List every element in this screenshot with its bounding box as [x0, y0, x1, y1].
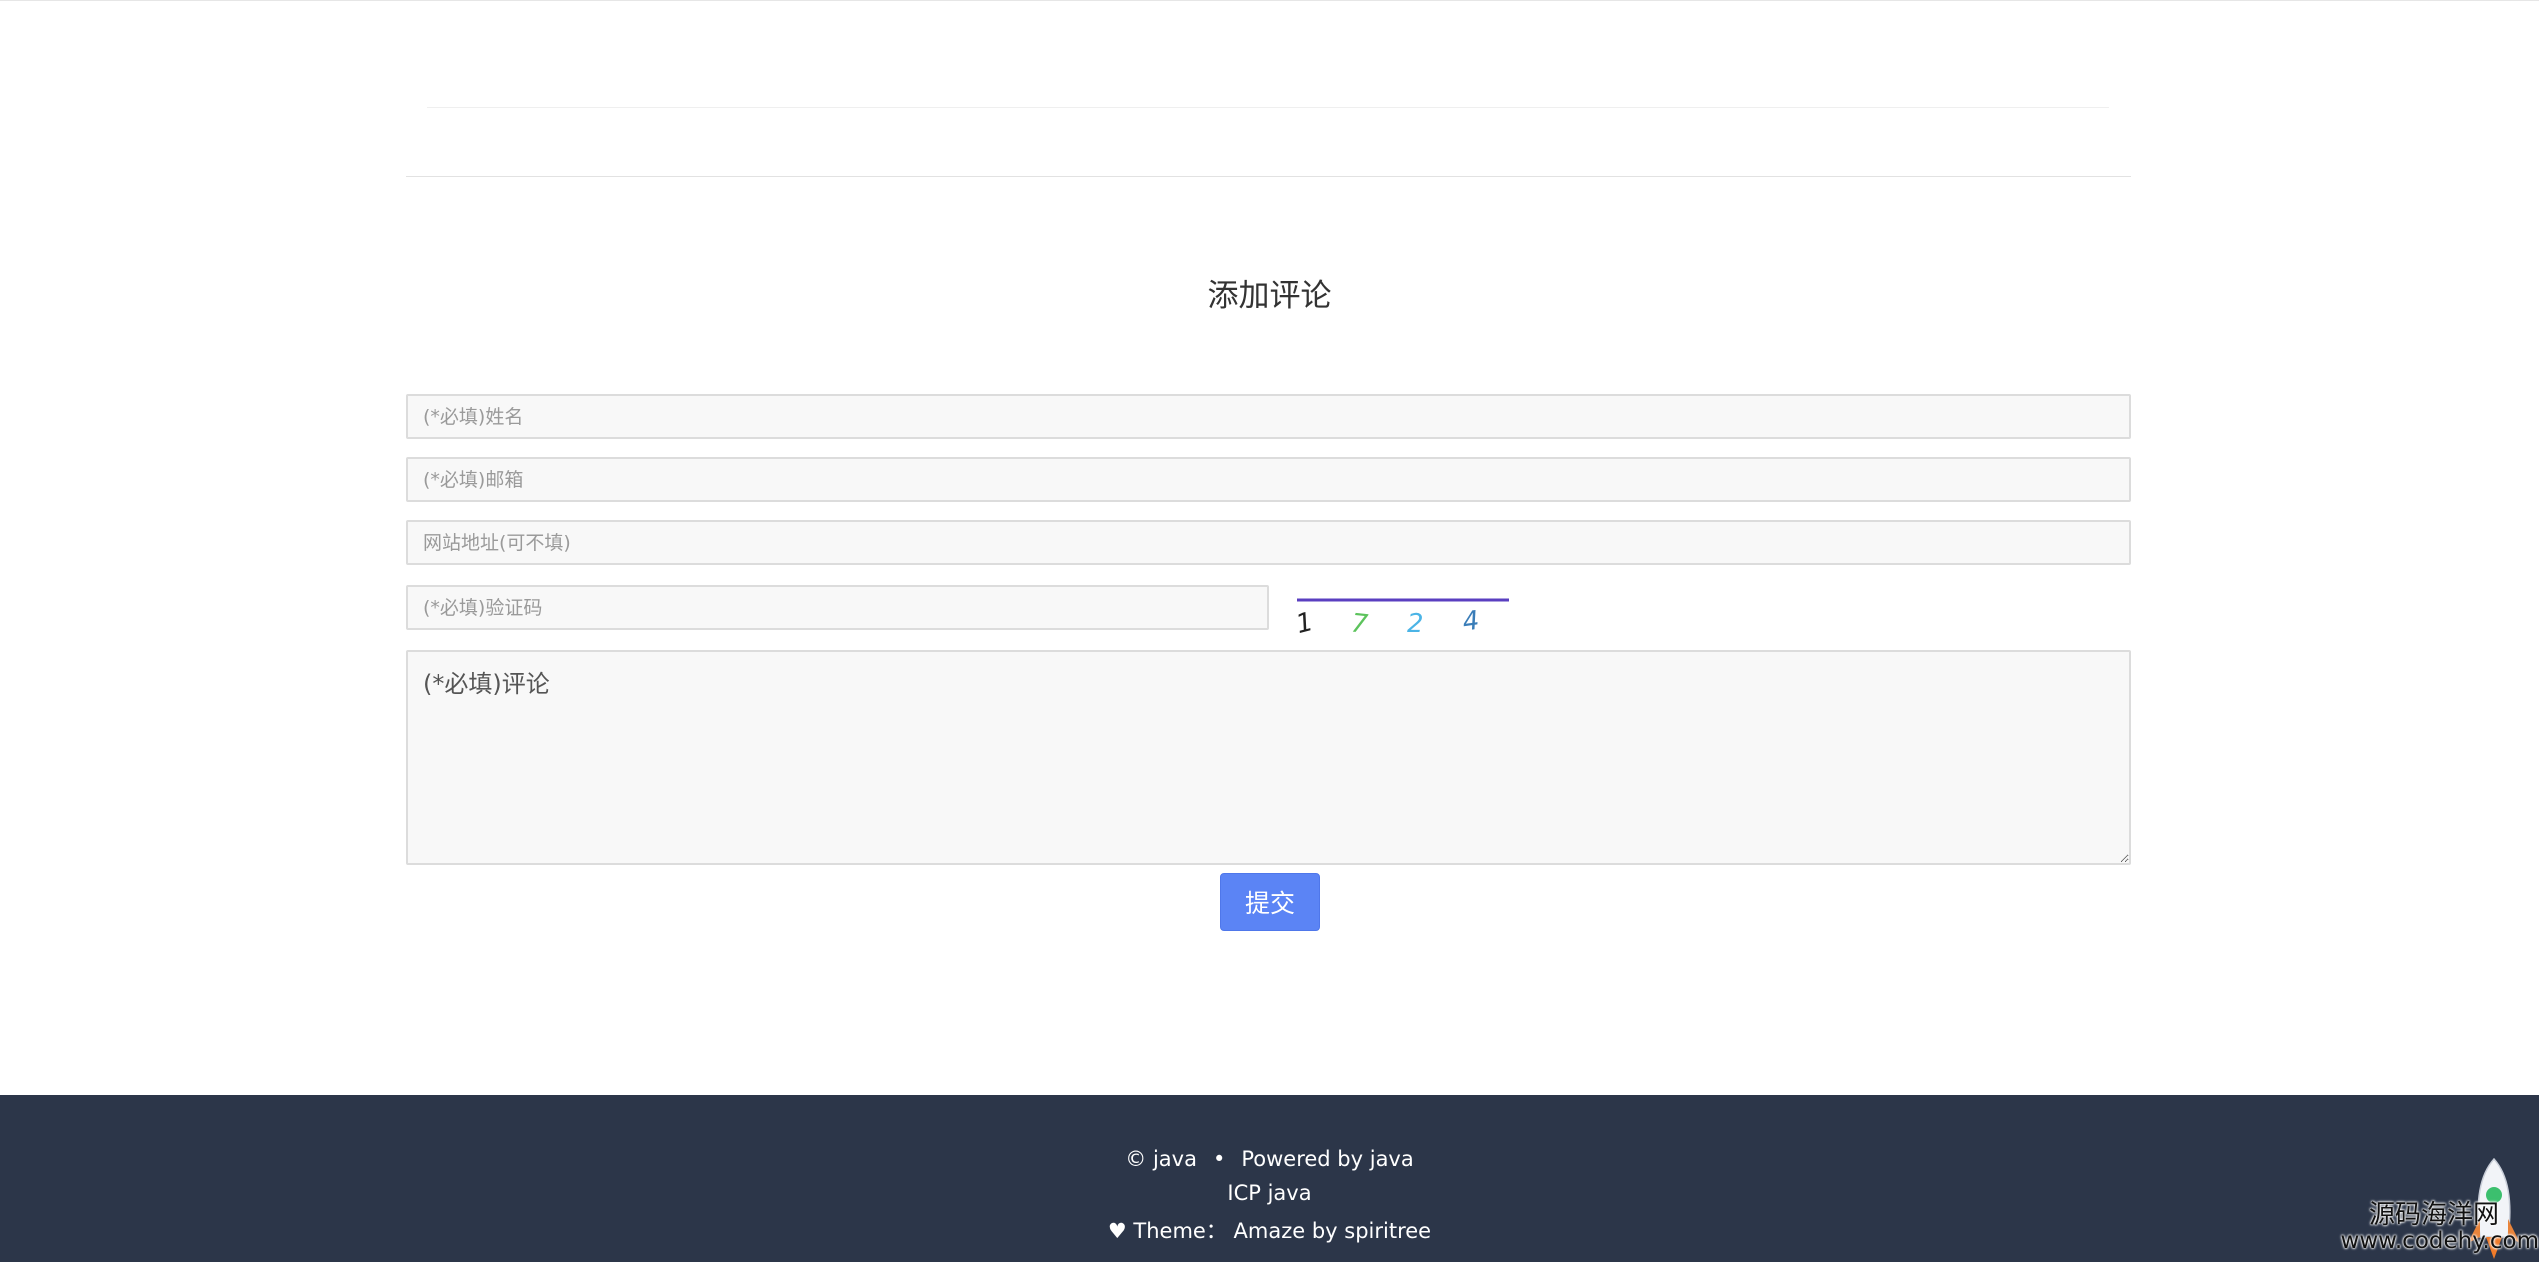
watermark-url: www.codehy.com [2340, 1228, 2539, 1255]
captcha-image[interactable]: 1 7 2 4 [1293, 596, 1513, 638]
page: 添加评论 1 7 2 4 提交 © java • Powered by java I… [0, 0, 2539, 1262]
theme-link[interactable]: Amaze by spiritree [1234, 1219, 1432, 1243]
divider [406, 176, 2131, 177]
heart-icon: ♥ [1107, 1219, 1127, 1243]
bullet-separator: • [1212, 1147, 1226, 1171]
divider [427, 107, 2109, 108]
icp-link[interactable]: ICP java [1227, 1181, 1311, 1205]
captcha-char-2: 2 [1407, 609, 1424, 638]
website-input[interactable] [406, 520, 2131, 565]
submit-button[interactable]: 提交 [1220, 873, 1320, 931]
comment-section-title: 添加评论 [1207, 278, 1332, 314]
name-input[interactable] [406, 394, 2131, 439]
watermark-title: 源码海洋网 [2368, 1200, 2499, 1230]
copyright-text: © java [1125, 1147, 1197, 1171]
footer-theme-line: ♥ Theme： Amaze by spiritree [0, 1215, 2539, 1245]
captcha-char-3: 4 [1461, 606, 1482, 638]
captcha-char-0: 1 [1293, 607, 1316, 638]
footer: © java • Powered by java ICP java ♥ Theme：… [0, 1095, 2539, 1262]
captcha-char-1: 7 [1350, 608, 1370, 638]
powered-by-text[interactable]: Powered by java [1241, 1147, 1413, 1171]
footer-copyright-line: © java • Powered by java [0, 1147, 2539, 1171]
email-input[interactable] [406, 457, 2131, 502]
theme-label: Theme： [1133, 1219, 1227, 1243]
comment-textarea[interactable] [406, 650, 2131, 865]
footer-icp-line: ICP java [0, 1181, 2539, 1205]
site-watermark: 源码海洋网 www.codehy.com [2330, 1200, 2539, 1255]
captcha-input[interactable] [406, 585, 1269, 630]
top-border [0, 0, 2539, 1]
